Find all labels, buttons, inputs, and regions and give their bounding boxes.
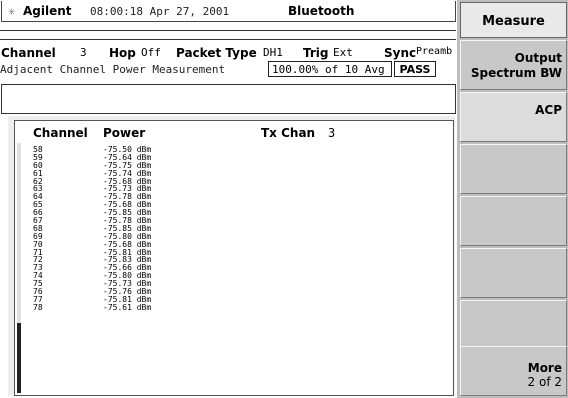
table-row: 78 -75.61 dBm: [33, 302, 233, 312]
power-column-header: Power: [103, 126, 146, 140]
agilent-spark-icon: ✳: [8, 4, 16, 18]
power-value: -75.61 dBm: [103, 302, 152, 312]
divider: [0, 30, 456, 31]
more-softkey[interactable]: More 2 of 2: [460, 346, 567, 396]
tx-chan-value: 3: [328, 126, 336, 140]
channel-number: 78: [33, 302, 43, 312]
blank-softkey-4[interactable]: [460, 196, 567, 246]
blank-softkey-3[interactable]: [460, 144, 567, 194]
channel-value: 3: [80, 46, 87, 59]
pass-badge: PASS: [394, 61, 436, 77]
status-bar: ✳ Agilent 08:00:18 Apr 27, 2001 Bluetoot…: [1, 1, 456, 22]
menu-title: Measure: [460, 2, 567, 38]
results-table: 58 -75.50 dBm 59 -75.64 dBm 60 -75.75 dBm 61 -7…: [33, 146, 233, 312]
acp-softkey[interactable]: ACP: [460, 92, 567, 142]
display-area: ✳ Agilent 08:00:18 Apr 27, 2001 Bluetoot…: [0, 0, 457, 398]
hop-value: Off: [141, 46, 161, 59]
packet-type-value: DH1: [263, 46, 283, 59]
channel-label: Channel: [1, 46, 56, 60]
sync-label: Sync: [384, 46, 417, 60]
datetime: 08:00:18 Apr 27, 2001: [90, 5, 230, 18]
softkey-menu: Measure Output Spectrum BW ACP More 2 of…: [457, 0, 568, 398]
mode-name: Bluetooth: [288, 4, 355, 18]
blank-softkey-5[interactable]: [460, 248, 567, 298]
tx-chan-label: Tx Chan: [261, 126, 316, 140]
measurement-params: Channel 3 Hop Off Packet Type DH1 Trig E…: [0, 46, 456, 60]
message-bar: [1, 84, 456, 114]
measurement-name: Adjacent Channel Power Measurement: [0, 63, 226, 76]
output-spectrum-bw-softkey[interactable]: Output Spectrum BW: [460, 40, 567, 90]
sync-value: Preamb: [416, 46, 453, 57]
divider: [0, 39, 456, 40]
brand-name: Agilent: [23, 4, 72, 18]
scrollbar-thumb[interactable]: [17, 323, 21, 393]
scrollbar[interactable]: [17, 143, 21, 393]
channel-column-header: Channel: [33, 126, 88, 140]
trig-label: Trig: [303, 46, 329, 60]
instrument-screen: ✳ Agilent 08:00:18 Apr 27, 2001 Bluetoot…: [0, 0, 568, 398]
blank-softkey-6[interactable]: [460, 300, 567, 350]
trig-value: Ext: [333, 46, 353, 59]
packet-type-label: Packet Type: [176, 46, 257, 60]
averaging-status: 100.00% of 10 Avg: [268, 61, 392, 77]
hop-label: Hop: [109, 46, 136, 60]
